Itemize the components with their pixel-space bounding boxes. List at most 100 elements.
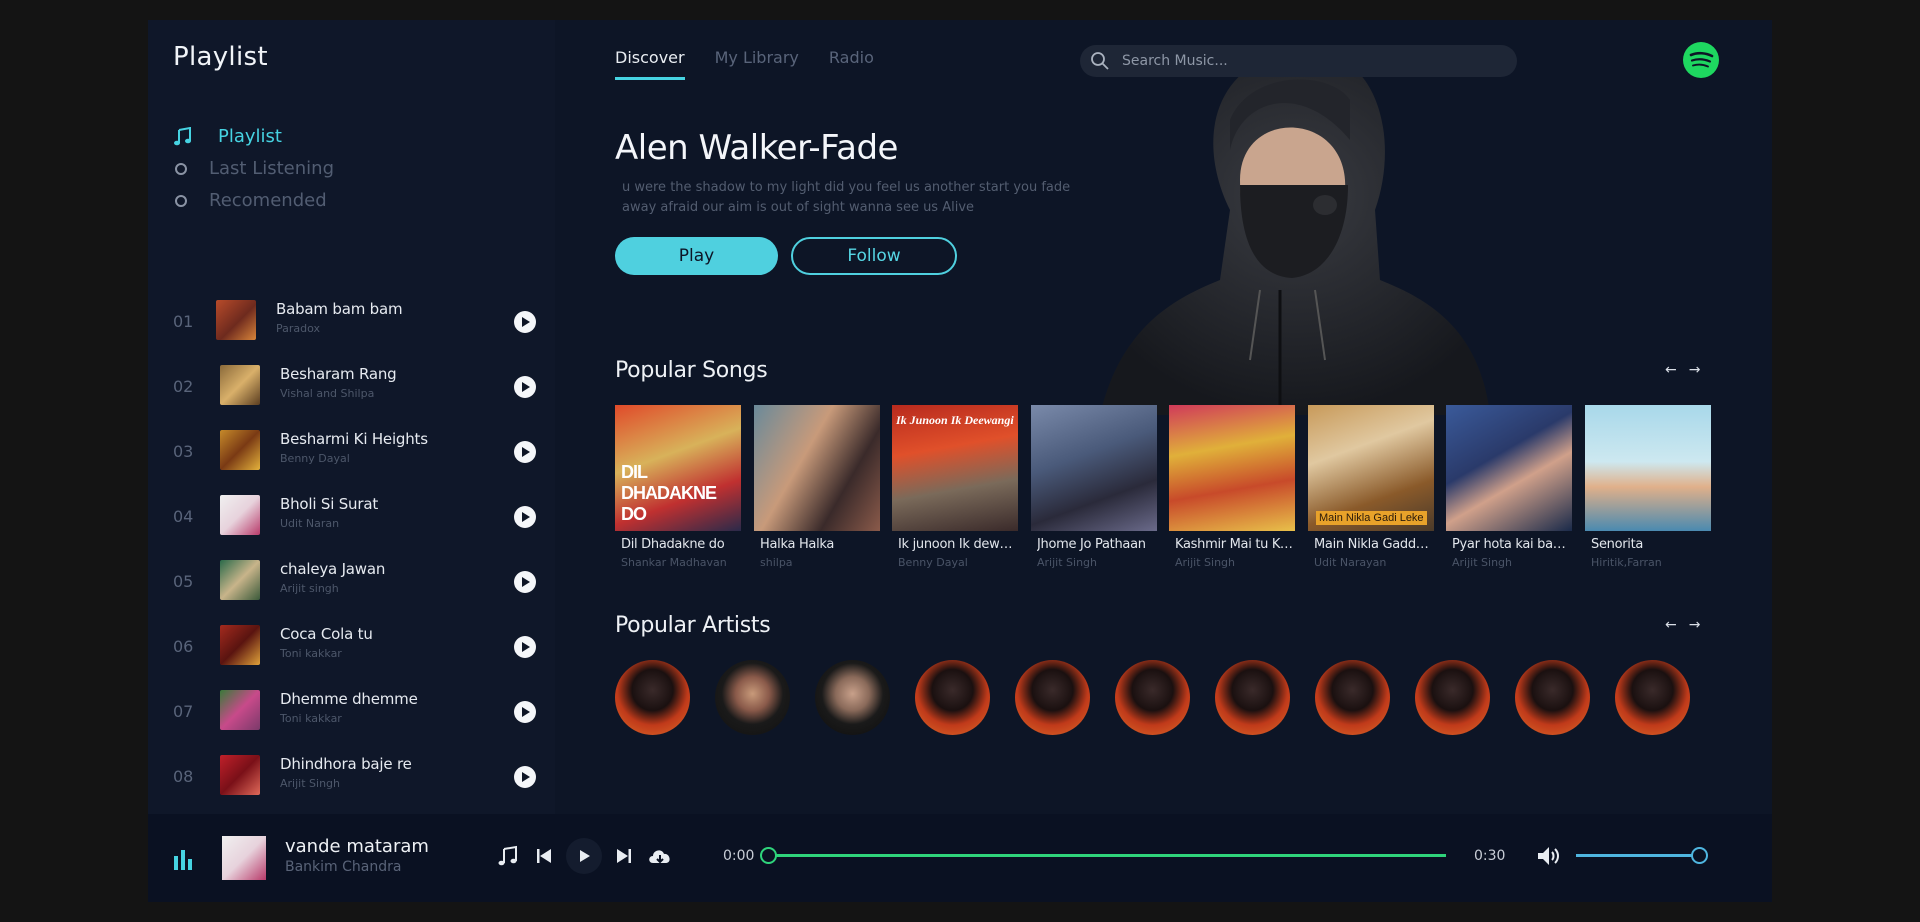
track-number: 06	[173, 637, 194, 656]
follow-button[interactable]: Follow	[791, 237, 957, 275]
song-title: Jhome Jo Pathaan	[1037, 537, 1146, 552]
now-playing-thumbnail	[222, 836, 266, 880]
playlist-music-icon[interactable]	[496, 844, 520, 868]
skip-previous-icon[interactable]	[532, 844, 556, 868]
artist-avatar[interactable]	[1615, 660, 1690, 735]
tab-discover[interactable]: Discover	[615, 48, 685, 80]
track-row[interactable]: 08 Dhindhora baje re Arijit Singh	[148, 747, 555, 805]
song-cover: Ik Junoon Ik Deewangi	[892, 405, 1018, 531]
artist-avatar[interactable]	[1415, 660, 1490, 735]
tab-my-library[interactable]: My Library	[715, 48, 799, 80]
sidebar-item-playlist[interactable]: Playlist	[173, 126, 282, 147]
song-artist: Shankar Madhavan	[621, 556, 727, 569]
track-artist: Toni kakkar	[280, 712, 342, 725]
track-play-button[interactable]	[514, 571, 536, 593]
track-title: Besharam Rang	[280, 365, 397, 383]
artist-avatar[interactable]	[1115, 660, 1190, 735]
search-icon	[1091, 52, 1109, 70]
artist-avatar[interactable]	[1015, 660, 1090, 735]
track-row[interactable]: 01 Babam bam bam Paradox	[148, 292, 555, 350]
track-thumbnail	[220, 690, 260, 730]
track-number: 03	[173, 442, 194, 461]
song-card[interactable]: Kashmir Mai tu Ka... Arijit Singh	[1169, 405, 1295, 569]
artist-avatar[interactable]	[1215, 660, 1290, 735]
artist-avatar[interactable]	[815, 660, 890, 735]
play-icon	[522, 577, 530, 587]
track-play-button[interactable]	[514, 506, 536, 528]
search-bar	[1080, 45, 1517, 77]
track-thumbnail	[220, 365, 260, 405]
sidebar-item-label: Playlist	[218, 126, 282, 147]
track-title: Bholi Si Surat	[280, 495, 379, 513]
volume-icon[interactable]	[1535, 844, 1563, 868]
prev-arrow-icon[interactable]: ←	[1665, 617, 1677, 633]
volume-slider[interactable]	[1576, 847, 1708, 864]
artist-avatar[interactable]	[915, 660, 990, 735]
song-title: Halka Halka	[760, 537, 835, 552]
song-artist: Arijit Singh	[1037, 556, 1097, 569]
play-icon	[522, 382, 530, 392]
track-row[interactable]: 07 Dhemme dhemme Toni kakkar	[148, 682, 555, 740]
seek-bar[interactable]	[760, 847, 1446, 864]
track-row[interactable]: 02 Besharam Rang Vishal and Shilpa	[148, 357, 555, 415]
song-title: Main Nikla Gaddi L...	[1314, 537, 1432, 552]
song-cover	[1585, 405, 1711, 531]
search-input[interactable]	[1120, 52, 1504, 70]
seek-handle[interactable]	[760, 847, 777, 864]
song-artist: Arijit Singh	[1452, 556, 1512, 569]
sidebar-item-label: Recomended	[209, 190, 327, 211]
artist-avatar[interactable]	[615, 660, 690, 735]
song-cover-text: Ik Junoon Ik Deewangi	[896, 413, 1014, 427]
artist-avatar[interactable]	[1315, 660, 1390, 735]
track-play-button[interactable]	[514, 376, 536, 398]
popular-artists-title: Popular Artists	[615, 613, 771, 638]
track-number: 01	[173, 312, 194, 331]
track-number: 07	[173, 702, 194, 721]
song-cover	[754, 405, 880, 531]
song-card[interactable]: Main Nikla Gadi Leke Main Nikla Gaddi L.…	[1308, 405, 1434, 569]
song-artist: Arijit Singh	[1175, 556, 1235, 569]
next-arrow-icon[interactable]: →	[1689, 617, 1701, 633]
track-play-button[interactable]	[514, 636, 536, 658]
track-artist: Vishal and Shilpa	[280, 387, 375, 400]
track-play-button[interactable]	[514, 311, 536, 333]
spotify-logo-icon[interactable]	[1683, 42, 1719, 78]
song-card[interactable]: Senorita Hiritik,Farran	[1585, 405, 1711, 569]
hero-lyrics: u were the shadow to my light did you fe…	[622, 180, 1071, 215]
volume-handle[interactable]	[1691, 847, 1708, 864]
track-thumbnail	[220, 430, 260, 470]
sidebar-item-recomended[interactable]: Recomended	[173, 190, 327, 211]
play-button[interactable]: Play	[615, 237, 778, 275]
song-title: Ik junoon Ik dewan...	[898, 537, 1016, 552]
song-card[interactable]: Ik Junoon Ik Deewangi Ik junoon Ik dewan…	[892, 405, 1018, 569]
player-play-button[interactable]	[566, 838, 602, 874]
song-card[interactable]: Pyar hota kai bar ... Arijit Singh	[1446, 405, 1572, 569]
song-title: Dil Dhadakne do	[621, 537, 725, 552]
skip-next-icon[interactable]	[612, 844, 636, 868]
track-title: Coca Cola tu	[280, 625, 373, 643]
sidebar-item-last-listening[interactable]: Last Listening	[173, 158, 334, 179]
track-row[interactable]: 06 Coca Cola tu Toni kakkar	[148, 617, 555, 675]
track-row[interactable]: 03 Besharmi Ki Heights Benny Dayal	[148, 422, 555, 480]
song-card[interactable]: Jhome Jo Pathaan Arijit Singh	[1031, 405, 1157, 569]
track-number: 04	[173, 507, 194, 526]
artist-avatar[interactable]	[715, 660, 790, 735]
track-play-button[interactable]	[514, 766, 536, 788]
song-card[interactable]: Halka Halka shilpa	[754, 405, 880, 569]
track-number: 08	[173, 767, 194, 786]
track-row[interactable]: 04 Bholi Si Surat Udit Naran	[148, 487, 555, 545]
cloud-download-icon[interactable]	[646, 844, 674, 868]
song-cover-text: DIL DHADAKNE DO	[621, 462, 717, 524]
artist-avatar[interactable]	[1515, 660, 1590, 735]
track-play-button[interactable]	[514, 701, 536, 723]
song-card[interactable]: DIL DHADAKNE DO Dil Dhadakne do Shankar …	[615, 405, 741, 569]
next-arrow-icon[interactable]: →	[1689, 362, 1701, 378]
prev-arrow-icon[interactable]: ←	[1665, 362, 1677, 378]
track-artist: Toni kakkar	[280, 647, 342, 660]
track-row[interactable]: 05 chaleya Jawan Arijit singh	[148, 552, 555, 610]
tab-radio[interactable]: Radio	[829, 48, 874, 80]
popular-artists-arrows: ← →	[1665, 617, 1712, 633]
track-number: 02	[173, 377, 194, 396]
track-play-button[interactable]	[514, 441, 536, 463]
time-total: 0:30	[1474, 848, 1506, 864]
